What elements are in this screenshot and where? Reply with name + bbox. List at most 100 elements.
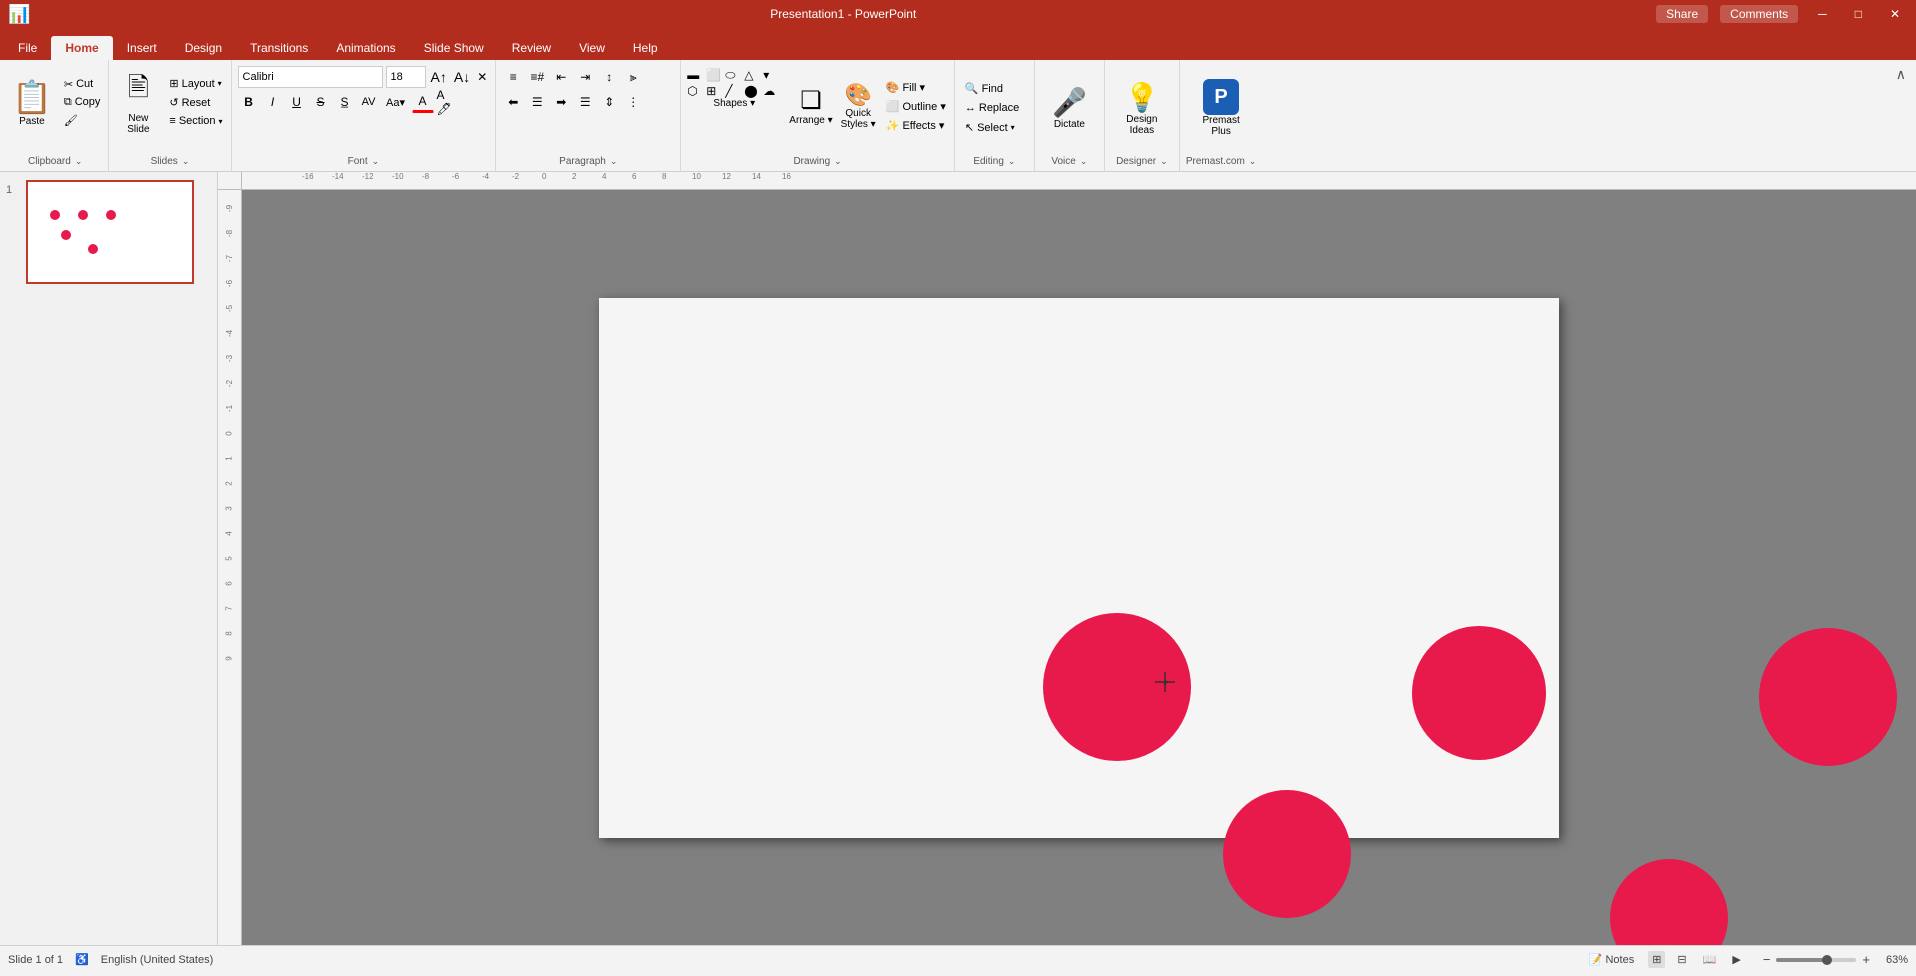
paste-button[interactable]: 📋 Paste xyxy=(6,62,58,142)
tab-design[interactable]: Design xyxy=(171,36,236,60)
font-group: A↑ A↓ ✕ B I U S S̲ AV Aa▾ A A🖊 Font ⌄ xyxy=(232,60,497,171)
zoom-out-button[interactable]: − xyxy=(1761,952,1773,967)
italic-button[interactable]: I xyxy=(262,91,284,113)
ruler-corner xyxy=(218,172,242,190)
app-icon: 📊 xyxy=(8,4,30,25)
text-direction-button[interactable]: ⇕ xyxy=(598,91,620,113)
align-right-button[interactable]: ➡ xyxy=(550,91,572,113)
premast-plus-button[interactable]: P PremastPlus xyxy=(1196,68,1245,148)
copy-button[interactable]: ⧉ Copy xyxy=(60,94,105,111)
title-bar-title: Presentation1 - PowerPoint xyxy=(30,7,1656,21)
slideshow-button[interactable]: ▶ xyxy=(1728,951,1744,968)
char-spacing-button[interactable]: AV xyxy=(358,91,380,113)
canvas-scroll-area[interactable] xyxy=(242,190,1916,945)
replace-button[interactable]: ↔ Replace xyxy=(961,100,1028,116)
circle-5[interactable] xyxy=(1610,859,1728,946)
font-color-button[interactable]: A xyxy=(412,91,434,113)
app-body: 1 // Rendered as static SVG ticks xyxy=(0,172,1916,945)
ribbon-collapse-button[interactable]: ∧ xyxy=(1892,64,1910,85)
thumb-dot-5 xyxy=(88,244,98,254)
format-painter-button[interactable]: 🖌 xyxy=(60,112,105,129)
text-shadow-button[interactable]: S̲ xyxy=(334,91,356,113)
increase-indent-button[interactable]: ⇥ xyxy=(574,66,596,88)
strikethrough-button[interactable]: S xyxy=(310,91,332,113)
drawing-group: ▬ ⬜ ⬭ △ ▾ ⬡ ⊞ ╱ ⬤ ☁ Shapes ▾ ❏ Arrange ▾ xyxy=(681,60,955,171)
slide-sorter-button[interactable]: ⊟ xyxy=(1673,951,1690,968)
close-button[interactable]: ✕ xyxy=(1882,5,1908,23)
zoom-progress xyxy=(1776,958,1826,962)
zoom-in-button[interactable]: + xyxy=(1860,952,1872,967)
justify-button[interactable]: ☰ xyxy=(574,91,596,113)
circle-4[interactable] xyxy=(1223,790,1351,918)
thumb-dot-3 xyxy=(106,210,116,220)
dictate-button[interactable]: 🎤 Dictate xyxy=(1046,68,1093,148)
design-ideas-button[interactable]: 💡 DesignIdeas xyxy=(1118,68,1165,148)
zoom-percent[interactable]: 63% xyxy=(1876,954,1908,966)
circle-2[interactable] xyxy=(1412,626,1546,760)
paste-icon: 📋 xyxy=(12,78,52,116)
align-left-button[interactable]: ⬅ xyxy=(502,91,524,113)
slide-1-number: 1 xyxy=(6,184,20,196)
accessibility-button[interactable]: ♿ xyxy=(75,953,89,966)
slide-1-thumbnail[interactable] xyxy=(26,180,194,284)
decrease-font-button[interactable]: A↓ xyxy=(452,69,472,85)
zoom-slider[interactable] xyxy=(1776,958,1856,962)
tab-home[interactable]: Home xyxy=(51,36,112,60)
increase-font-button[interactable]: A↑ xyxy=(429,69,449,85)
layout-button[interactable]: ⊞ Layout ▾ xyxy=(165,75,226,92)
shape-fill-button[interactable]: 🎨 Fill ▾ xyxy=(882,79,950,96)
comments-button[interactable]: Comments xyxy=(1720,5,1798,23)
reset-button[interactable]: ↺ Reset xyxy=(165,94,226,111)
numbered-list-button[interactable]: ≡# xyxy=(526,66,548,88)
quick-styles-button[interactable]: 🎨 QuickStyles ▾ xyxy=(839,66,878,146)
font-name-input[interactable] xyxy=(238,66,383,88)
language-display[interactable]: English (United States) xyxy=(101,954,214,966)
tab-slideshow[interactable]: Slide Show xyxy=(410,36,498,60)
align-center-button[interactable]: ☰ xyxy=(526,91,548,113)
circle-1[interactable] xyxy=(1043,613,1191,761)
slides-panel: 1 xyxy=(0,172,218,945)
premast-group: P PremastPlus Premast.com ⌄ xyxy=(1180,60,1262,171)
tab-view[interactable]: View xyxy=(565,36,619,60)
font-size-input[interactable] xyxy=(386,66,426,88)
tab-help[interactable]: Help xyxy=(619,36,672,60)
shapes-button[interactable]: ▬ ⬜ ⬭ △ ▾ ⬡ ⊞ ╱ ⬤ ☁ Shapes ▾ xyxy=(685,66,783,111)
slides-group: 🖹 NewSlide ⊞ Layout ▾ ↺ Reset ≡ Section … xyxy=(109,60,231,171)
bullet-list-button[interactable]: ≡ xyxy=(502,66,524,88)
bold-button[interactable]: B xyxy=(238,91,260,113)
zoom-thumb[interactable] xyxy=(1822,955,1832,965)
arrange-button[interactable]: ❏ Arrange ▾ xyxy=(787,66,834,146)
ribbon-tabs: File Home Insert Design Transitions Anim… xyxy=(0,28,1916,60)
tab-insert[interactable]: Insert xyxy=(113,36,171,60)
reading-view-button[interactable]: 📖 xyxy=(1699,951,1721,968)
voice-group: 🎤 Dictate Voice ⌄ xyxy=(1035,60,1105,171)
normal-view-button[interactable]: ⊞ xyxy=(1648,951,1665,968)
new-slide-button[interactable]: 🖹 NewSlide xyxy=(113,62,163,142)
line-spacing-button[interactable]: ↕ xyxy=(598,66,620,88)
minimize-button[interactable]: ─ xyxy=(1810,5,1835,23)
section-button[interactable]: ≡ Section ▾ xyxy=(165,113,226,129)
highlight-color-button[interactable]: A🖊 xyxy=(436,91,458,113)
smart-art-button[interactable]: ⋮ xyxy=(622,91,644,113)
circle-3[interactable] xyxy=(1759,628,1897,766)
find-button[interactable]: 🔍 Find xyxy=(961,80,1028,97)
shape-outline-button[interactable]: ⬜ Outline ▾ xyxy=(882,98,950,115)
share-button[interactable]: Share xyxy=(1656,5,1708,23)
change-case-button[interactable]: Aa▾ xyxy=(382,91,410,113)
notes-button[interactable]: 📝 Notes xyxy=(1583,951,1640,968)
decrease-indent-button[interactable]: ⇤ xyxy=(550,66,572,88)
clear-format-button[interactable]: ✕ xyxy=(475,70,489,84)
tab-transitions[interactable]: Transitions xyxy=(236,36,322,60)
maximize-button[interactable]: □ xyxy=(1847,5,1870,23)
tab-review[interactable]: Review xyxy=(498,36,565,60)
shape-effects-button[interactable]: ✨ Effects ▾ xyxy=(882,117,950,134)
tab-animations[interactable]: Animations xyxy=(322,36,409,60)
vertical-ruler: -9 -8 -7 -6 -5 -4 -3 -2 -1 0 1 2 3 4 5 6… xyxy=(218,190,242,945)
horizontal-ruler: // Rendered as static SVG ticks -16 -14 … xyxy=(242,172,1916,190)
columns-button[interactable]: ⫸ xyxy=(622,66,644,88)
underline-button[interactable]: U xyxy=(286,91,308,113)
cut-button[interactable]: ✂ Cut xyxy=(60,76,105,93)
select-button[interactable]: ↖ Select ▾ xyxy=(961,119,1028,136)
thumb-dot-2 xyxy=(78,210,88,220)
tab-file[interactable]: File xyxy=(4,36,51,60)
